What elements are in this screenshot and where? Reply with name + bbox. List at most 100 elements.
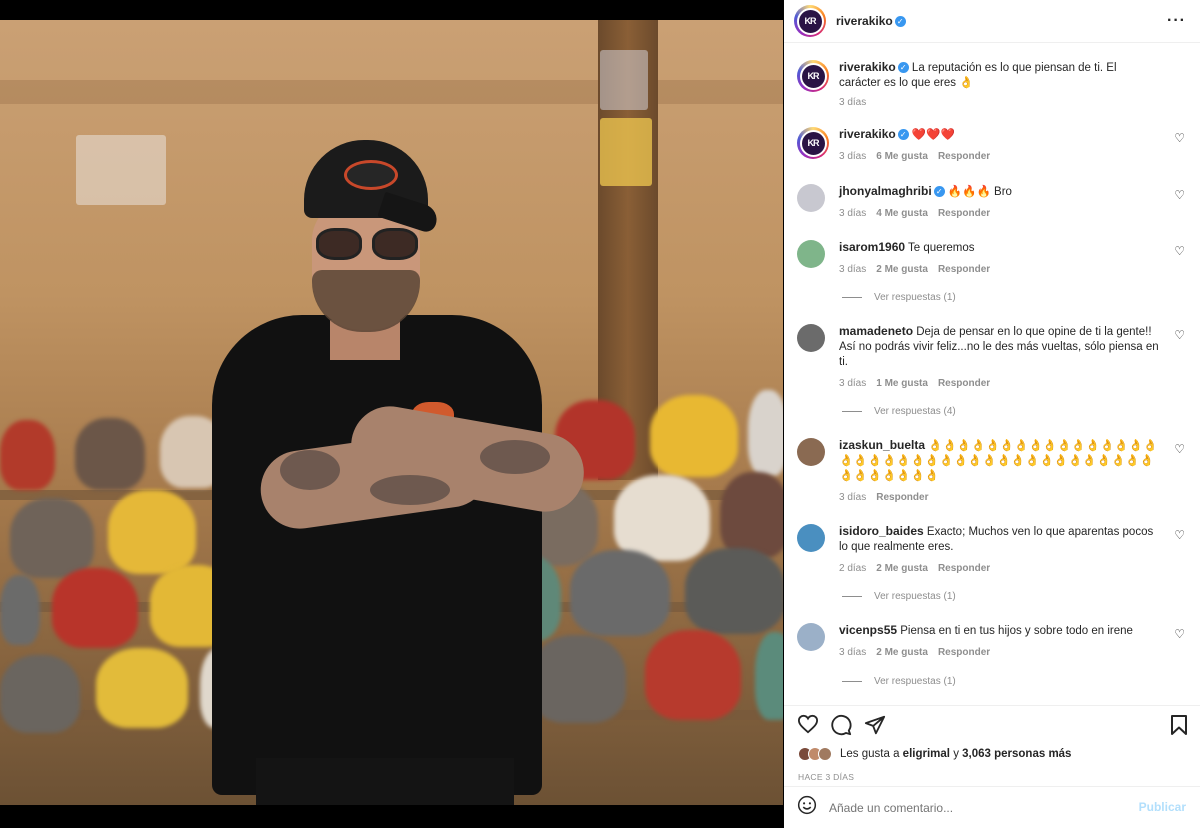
comment-likes[interactable]: 2 Me gusta bbox=[876, 264, 928, 275]
post-header: KR riverakiko ✓ ··· bbox=[784, 0, 1200, 43]
post-sidebar: KR riverakiko ✓ ··· KR riverakiko ✓ La re… bbox=[784, 0, 1200, 828]
comment-likes[interactable]: 6 Me gusta bbox=[876, 151, 928, 162]
comments-list: KR riverakiko ✓ La reputación es lo que p… bbox=[784, 44, 1200, 704]
paper-plane-icon[interactable] bbox=[864, 714, 886, 741]
reply-button[interactable]: Responder bbox=[938, 563, 990, 574]
comment-avatar[interactable] bbox=[797, 623, 825, 651]
heart-outline-icon[interactable]: ♡ bbox=[1174, 627, 1185, 641]
posted-ago[interactable]: HACE 3 DÍAS bbox=[798, 772, 854, 782]
instagram-post-view: KR riverakiko ✓ ··· KR riverakiko ✓ La re… bbox=[0, 0, 1200, 828]
seat bbox=[75, 418, 145, 490]
action-bar bbox=[784, 705, 1200, 740]
comment-text: 🔥🔥🔥 Bro bbox=[947, 186, 1012, 198]
seat bbox=[645, 630, 741, 720]
verified-icon: ✓ bbox=[933, 186, 945, 198]
verified-icon: ✓ bbox=[897, 129, 909, 141]
seat bbox=[720, 472, 783, 558]
author-username[interactable]: riverakiko bbox=[836, 14, 893, 28]
comment-avatar[interactable] bbox=[797, 438, 825, 466]
seat bbox=[650, 395, 738, 477]
seat bbox=[0, 655, 80, 733]
comment-username[interactable]: izaskun_buelta bbox=[839, 438, 925, 452]
comment-likes[interactable]: 2 Me gusta bbox=[876, 563, 928, 574]
seat bbox=[748, 390, 783, 476]
likes-summary: Les gusta a eligrimal y 3,063 personas m… bbox=[798, 747, 1071, 761]
seat bbox=[685, 548, 783, 634]
comment-avatar[interactable] bbox=[797, 524, 825, 552]
comment-avatar[interactable] bbox=[797, 324, 825, 352]
comment-time[interactable]: 3 días bbox=[839, 264, 866, 275]
comment-likes[interactable]: 1 Me gusta bbox=[876, 378, 928, 389]
comment-bubble-icon[interactable] bbox=[830, 714, 852, 741]
pants bbox=[256, 758, 514, 805]
post-photo[interactable] bbox=[0, 20, 783, 805]
likes-connector: y bbox=[953, 748, 959, 760]
ellipsis-icon[interactable]: ··· bbox=[1167, 12, 1186, 30]
reply-button[interactable]: Responder bbox=[938, 264, 990, 275]
smiley-icon[interactable] bbox=[797, 795, 817, 820]
comment-username[interactable]: isarom1960 bbox=[839, 240, 905, 254]
comment-likes[interactable]: 2 Me gusta bbox=[876, 647, 928, 658]
comment-username[interactable]: jhonyalmaghribi bbox=[839, 184, 932, 198]
seat bbox=[0, 420, 55, 490]
caption-time[interactable]: 3 días bbox=[839, 97, 866, 108]
seat bbox=[96, 648, 188, 728]
comment-text: Te queremos bbox=[908, 242, 975, 254]
sunglasses bbox=[310, 228, 426, 262]
add-comment-bar: Publicar bbox=[784, 786, 1200, 828]
heart-outline-icon[interactable]: ♡ bbox=[1174, 131, 1185, 145]
verified-icon: ✓ bbox=[897, 62, 909, 74]
seat bbox=[0, 575, 40, 645]
comment-input[interactable] bbox=[829, 800, 1119, 815]
comment-avatar[interactable] bbox=[797, 184, 825, 212]
comment-time[interactable]: 2 días bbox=[839, 563, 866, 574]
wall-sign bbox=[600, 50, 648, 110]
post-photo-area bbox=[0, 0, 783, 828]
view-replies-button[interactable]: Ver respuestas (1) bbox=[842, 676, 956, 687]
comment-username[interactable]: riverakiko bbox=[839, 127, 896, 141]
seat bbox=[755, 632, 783, 720]
publish-button[interactable]: Publicar bbox=[1139, 800, 1186, 814]
bookmark-icon[interactable] bbox=[1170, 714, 1188, 741]
comment-username[interactable]: mamadeneto bbox=[839, 324, 913, 338]
comment-likes[interactable]: 4 Me gusta bbox=[876, 208, 928, 219]
view-replies-button[interactable]: Ver respuestas (1) bbox=[842, 292, 956, 303]
view-replies-button[interactable]: Ver respuestas (4) bbox=[842, 406, 956, 417]
comment-time[interactable]: 3 días bbox=[839, 151, 866, 162]
heart-outline-icon[interactable]: ♡ bbox=[1174, 528, 1185, 542]
reply-button[interactable]: Responder bbox=[938, 378, 990, 389]
view-replies-button[interactable]: Ver respuestas (1) bbox=[842, 591, 956, 602]
comment-text: Piensa en ti en tus hijos y sobre todo e… bbox=[900, 625, 1133, 637]
wall-sign bbox=[600, 118, 652, 186]
reply-button[interactable]: Responder bbox=[938, 208, 990, 219]
comment-username[interactable]: isidoro_baides bbox=[839, 524, 924, 538]
likes-others[interactable]: 3,063 personas más bbox=[962, 748, 1071, 760]
comment-time[interactable]: 3 días bbox=[839, 492, 866, 503]
heart-outline-icon[interactable]: ♡ bbox=[1174, 442, 1185, 456]
heart-outline-icon[interactable]: ♡ bbox=[1174, 244, 1185, 258]
likes-user[interactable]: eligrimal bbox=[903, 748, 950, 760]
reply-button[interactable]: Responder bbox=[938, 151, 990, 162]
seat bbox=[10, 498, 94, 578]
caption-username[interactable]: riverakiko bbox=[839, 60, 896, 74]
likes-prefix: Les gusta a bbox=[840, 748, 900, 760]
cap-logo bbox=[344, 160, 398, 190]
author-avatar[interactable]: KR bbox=[794, 5, 826, 37]
comment-avatar[interactable] bbox=[797, 240, 825, 268]
heart-outline-icon[interactable] bbox=[797, 714, 819, 739]
comment-avatar[interactable]: KR bbox=[797, 127, 829, 159]
reply-button[interactable]: Responder bbox=[938, 647, 990, 658]
comment-time[interactable]: 3 días bbox=[839, 378, 866, 389]
comment-time[interactable]: 3 días bbox=[839, 208, 866, 219]
seat bbox=[614, 475, 710, 561]
heart-outline-icon[interactable]: ♡ bbox=[1174, 328, 1185, 342]
comment-time[interactable]: 3 días bbox=[839, 647, 866, 658]
wall-sign bbox=[76, 135, 166, 205]
reply-button[interactable]: Responder bbox=[876, 492, 928, 503]
comment-username[interactable]: vicenps55 bbox=[839, 623, 897, 637]
caption-avatar[interactable]: KR bbox=[797, 60, 829, 92]
seat bbox=[52, 568, 138, 648]
black-tshirt bbox=[212, 315, 542, 795]
heart-outline-icon[interactable]: ♡ bbox=[1174, 188, 1185, 202]
seat bbox=[108, 490, 196, 574]
